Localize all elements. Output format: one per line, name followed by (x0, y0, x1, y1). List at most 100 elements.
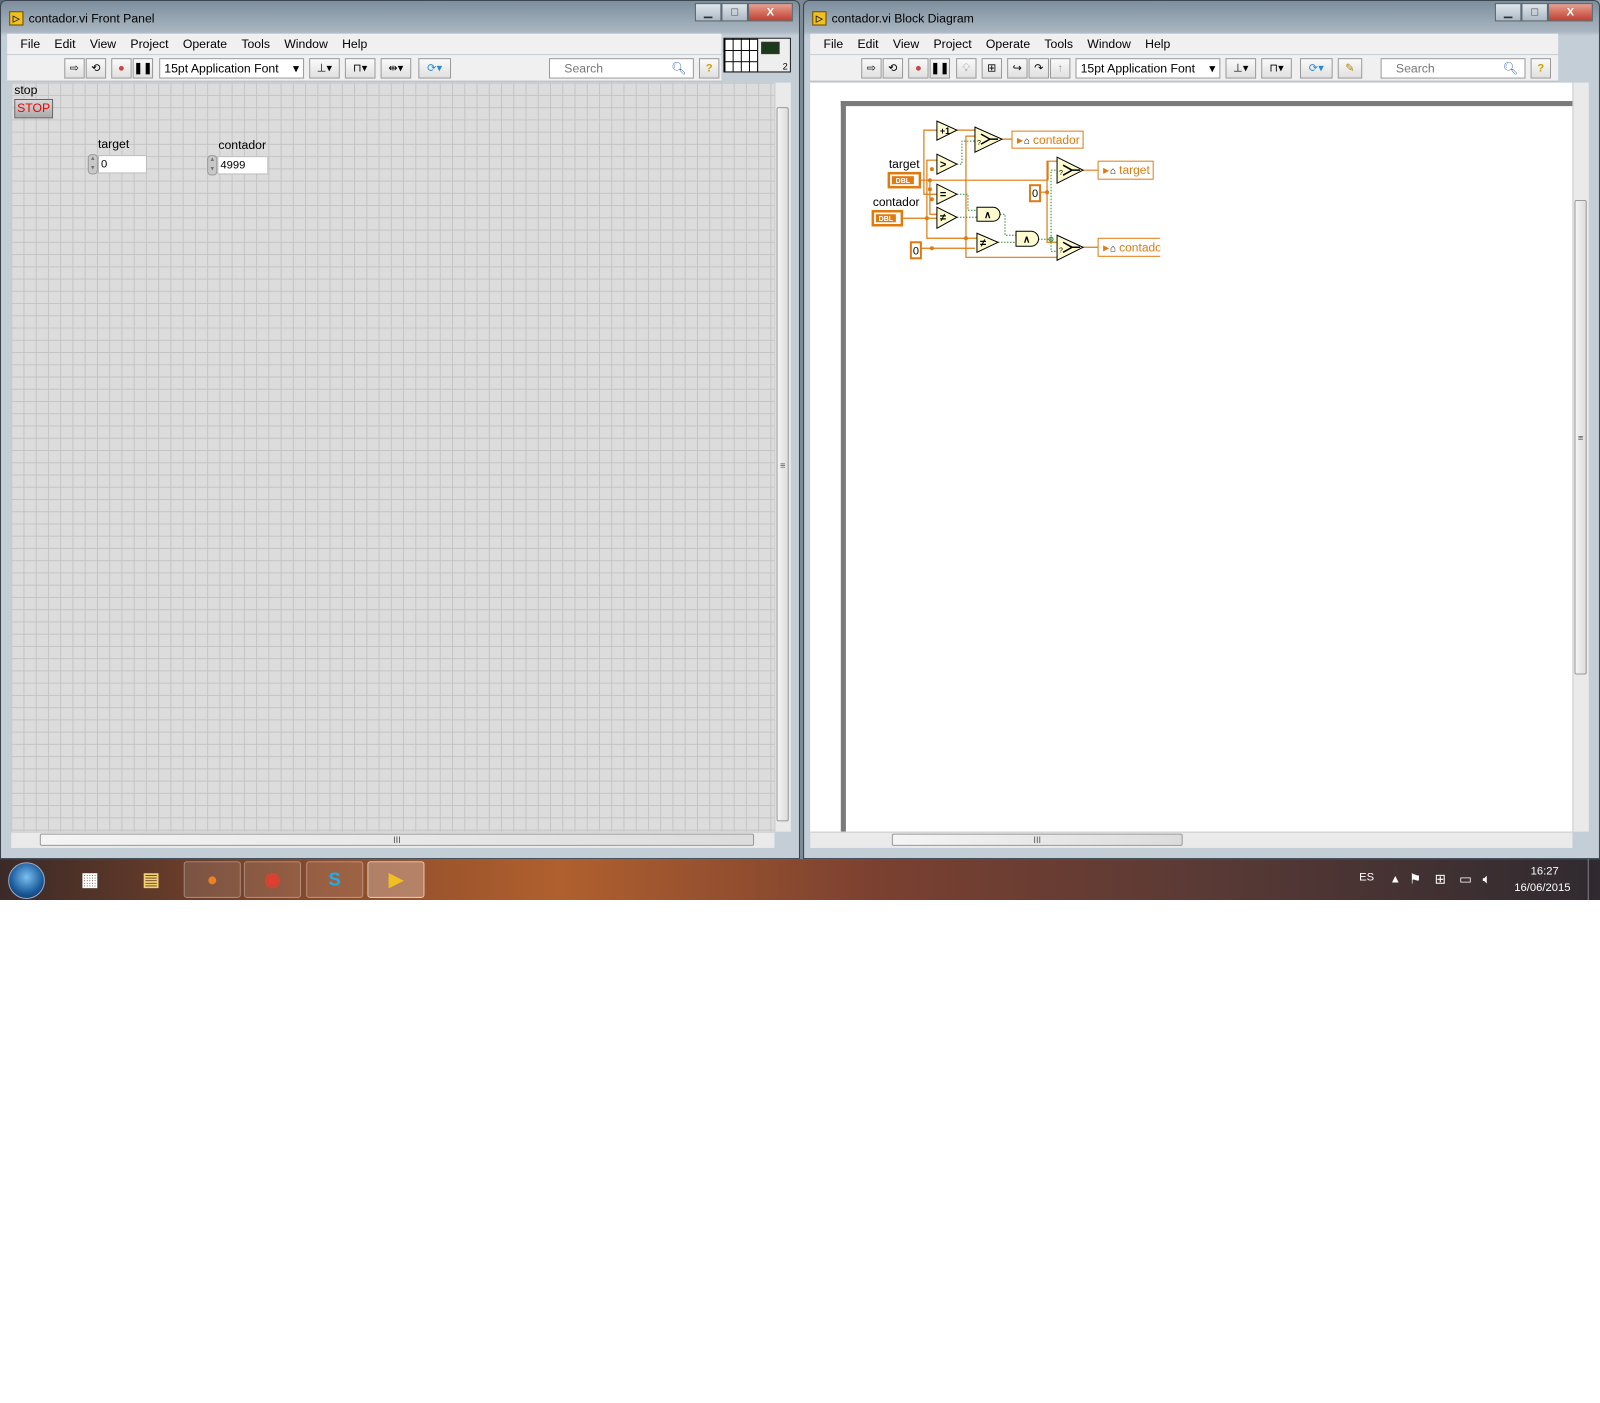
contador-input[interactable]: 4999 (217, 156, 269, 175)
pause-icon[interactable]: ❚❚ (132, 58, 154, 79)
function-symbol: ∧ (1023, 234, 1030, 245)
menu-file[interactable]: File (13, 37, 47, 51)
equal-function[interactable]: = (936, 183, 959, 206)
clock-time[interactable]: 16:27 (1531, 865, 1559, 877)
step-over-icon[interactable]: ↷ (1028, 58, 1049, 79)
clock-date[interactable]: 16/06/2015 (1514, 882, 1570, 894)
taskbar-calculator-icon[interactable]: ▦ (61, 861, 118, 898)
target-terminal[interactable]: DBL (887, 171, 922, 189)
taskbar-explorer-icon[interactable]: ▤ (122, 861, 179, 898)
scrollbar-thumb[interactable]: III (891, 833, 1183, 846)
menu-view[interactable]: View (83, 37, 124, 51)
select-function[interactable]: ? (1056, 156, 1085, 185)
target-local-variable[interactable]: ▸ ⌂ target (1097, 160, 1154, 180)
language-indicator[interactable]: ES (1359, 871, 1374, 883)
zero-constant[interactable]: 0 (909, 241, 922, 260)
taskbar-firefox-icon[interactable]: ● (183, 861, 241, 898)
menu-project[interactable]: Project (123, 37, 175, 51)
and-function[interactable]: ∧ (976, 206, 1001, 222)
select-function[interactable]: ? (1056, 234, 1085, 262)
abort-icon[interactable]: ● (111, 58, 132, 79)
menu-file[interactable]: File (816, 37, 850, 51)
windows-icon[interactable]: ⊞ (1435, 871, 1446, 887)
highlight-execution-icon[interactable]: 💡︎ (956, 58, 977, 79)
taskbar-chrome-icon[interactable]: ◉ (243, 861, 302, 898)
vertical-scrollbar[interactable]: ≡ (1572, 82, 1589, 832)
start-button[interactable] (8, 862, 45, 899)
contador-terminal[interactable]: DBL (871, 209, 904, 227)
zero-constant[interactable]: 0 (1029, 184, 1042, 203)
run-arrow-icon[interactable]: ⇨ (861, 58, 882, 79)
menu-edit[interactable]: Edit (47, 37, 82, 51)
horizontal-scrollbar[interactable]: III (11, 831, 775, 848)
menu-help[interactable]: Help (1138, 37, 1177, 51)
reorder-icon[interactable]: ⟳▾ (418, 58, 452, 79)
distribute-objects-icon[interactable]: ⊓▾ (1261, 58, 1292, 79)
maximize-button[interactable]: □ (1521, 3, 1548, 22)
scrollbar-thumb[interactable]: III (39, 833, 755, 846)
front-panel-canvas[interactable] (11, 82, 775, 832)
menu-project[interactable]: Project (926, 37, 978, 51)
pause-icon[interactable]: ❚❚ (929, 58, 950, 79)
run-continuously-icon[interactable]: ⟲ (85, 58, 107, 79)
menu-window[interactable]: Window (277, 37, 335, 51)
maximize-button[interactable]: □ (721, 3, 748, 22)
run-arrow-icon[interactable]: ⇨ (64, 58, 85, 79)
show-desktop-button[interactable] (1587, 859, 1600, 900)
distribute-objects-icon[interactable]: ⊓▾ (344, 58, 376, 79)
clean-up-diagram-icon[interactable]: ✎ (1337, 58, 1363, 79)
step-into-icon[interactable]: ↪ (1007, 58, 1028, 79)
run-continuously-icon[interactable]: ⟲ (882, 58, 904, 79)
align-objects-icon[interactable]: ⊥▾ (309, 58, 340, 79)
volume-icon[interactable]: 🔈︎ (1483, 871, 1491, 887)
font-selector[interactable]: 15pt Application Font ▾ (159, 58, 305, 79)
retain-wire-values-icon[interactable]: ⊞ (981, 58, 1003, 79)
context-help-icon[interactable]: ? (698, 58, 720, 79)
show-hidden-icons-icon[interactable]: ▲ (1390, 873, 1401, 885)
menu-tools[interactable]: Tools (1037, 37, 1080, 51)
menu-operate[interactable]: Operate (979, 37, 1038, 51)
menu-window[interactable]: Window (1080, 37, 1138, 51)
context-help-icon[interactable]: ? (1530, 58, 1552, 79)
contador-local-variable[interactable]: ▸⌂contador (1011, 130, 1084, 149)
align-objects-icon[interactable]: ⊥▾ (1225, 58, 1257, 79)
taskbar-labview-icon[interactable]: ▶ (367, 861, 425, 898)
close-button[interactable]: X (747, 3, 793, 22)
action-center-flag-icon[interactable]: ⚑ (1409, 871, 1421, 887)
minimize-button[interactable]: ▁ (694, 3, 722, 22)
network-icon[interactable]: ▭ (1459, 871, 1472, 887)
minimize-button[interactable]: ▁ (1494, 3, 1522, 22)
scrollbar-thumb[interactable]: ≡ (1574, 199, 1587, 675)
menu-bar: File Edit View Project Operate Tools Win… (810, 33, 1559, 55)
scrollbar-thumb[interactable]: ≡ (776, 107, 789, 822)
font-selector[interactable]: 15pt Application Font ▾ (1075, 58, 1221, 79)
connector-pane[interactable]: 2 (723, 37, 791, 73)
step-out-icon[interactable]: ↑ (1049, 58, 1071, 79)
reorder-icon[interactable]: ⟳▾ (1299, 58, 1333, 79)
not-equal-function[interactable]: ≠ (936, 206, 959, 230)
increment-function[interactable]: +1 (936, 120, 959, 141)
menu-help[interactable]: Help (335, 37, 374, 51)
contador-local-variable[interactable]: ▸⌂contador (1097, 237, 1161, 257)
resize-objects-icon[interactable]: ⇹▾ (380, 58, 412, 79)
search-input[interactable]: Search 🔍︎ (1380, 58, 1526, 79)
menu-view[interactable]: View (886, 37, 927, 51)
target-input[interactable]: 0 (97, 155, 147, 174)
menu-operate[interactable]: Operate (176, 37, 235, 51)
close-button[interactable]: X (1547, 3, 1593, 22)
greater-function[interactable]: > (936, 153, 959, 175)
labview-vi-icon: ▷ (812, 11, 827, 26)
increment-decrement-icon[interactable]: ▲ ▼ (87, 154, 98, 175)
taskbar-skype-icon[interactable]: S (306, 861, 364, 898)
increment-decrement-icon[interactable]: ▲ ▼ (207, 155, 218, 176)
and-function[interactable]: ∧ (1015, 230, 1039, 247)
select-function[interactable]: ? (974, 126, 1004, 153)
stop-button[interactable]: STOP (14, 98, 54, 119)
horizontal-scrollbar[interactable]: III (810, 831, 1573, 848)
menu-edit[interactable]: Edit (850, 37, 885, 51)
search-input[interactable]: Search 🔍︎ (548, 58, 694, 79)
abort-icon[interactable]: ● (908, 58, 929, 79)
menu-tools[interactable]: Tools (234, 37, 277, 51)
vertical-scrollbar[interactable]: ≡ (774, 82, 791, 832)
not-equal-function[interactable]: ≠ (976, 232, 1000, 254)
